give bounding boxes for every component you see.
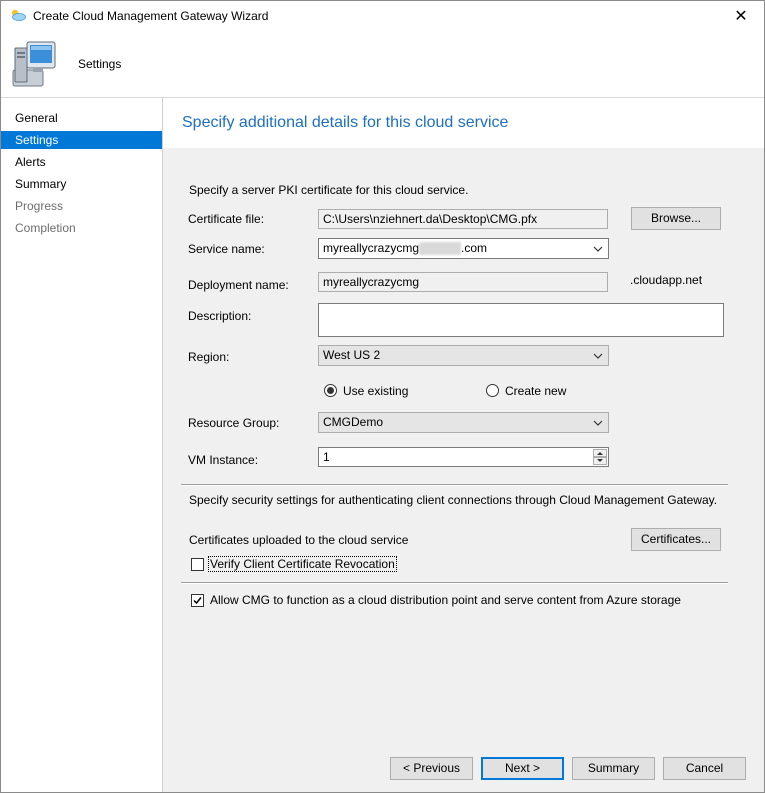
close-icon: ✕ (734, 8, 748, 25)
verify-revocation-label[interactable]: Verify Client Certificate Revocation (208, 556, 397, 572)
service-name-label: Service name: (188, 242, 265, 256)
cancel-button[interactable]: Cancel (663, 757, 746, 780)
sidebar-item-alerts[interactable]: Alerts (1, 153, 162, 171)
window-title: Create Cloud Management Gateway Wizard (33, 9, 269, 23)
verify-revocation-checkbox[interactable] (191, 558, 204, 571)
close-button[interactable]: ✕ (718, 1, 764, 32)
region-label: Region: (188, 350, 230, 364)
service-name-dropdown[interactable]: myreallycrazycmg .com (318, 238, 609, 259)
deployment-name-suffix: .cloudapp.net (630, 273, 703, 287)
use-existing-label[interactable]: Use existing (343, 384, 408, 398)
service-name-prefix: myreallycrazycmg (323, 241, 420, 255)
previous-button[interactable]: < Previous (390, 757, 473, 780)
redacted-text (419, 242, 462, 256)
description-input[interactable] (318, 303, 724, 337)
radio-selected-dot (327, 387, 334, 394)
checkmark-icon (193, 597, 202, 605)
title-bar: Create Cloud Management Gateway Wizard ✕ (1, 1, 764, 32)
spin-arrows-icon[interactable] (593, 449, 607, 465)
certificate-file-label: Certificate file: (188, 212, 265, 226)
sidebar-item-progress: Progress (15, 199, 64, 213)
wizard-window: Create Cloud Management Gateway Wizard ✕… (0, 0, 765, 793)
certificates-button[interactable]: Certificates... (631, 528, 721, 551)
resource-group-dropdown[interactable]: CMGDemo (318, 412, 609, 433)
next-button[interactable]: Next > (481, 757, 564, 780)
region-value: West US 2 (323, 348, 381, 362)
sidebar-item-completion: Completion (15, 221, 76, 235)
settings-page: Specify additional details for this clou… (163, 98, 764, 792)
chevron-down-icon (593, 246, 603, 252)
summary-button[interactable]: Summary (572, 757, 655, 780)
create-new-radio[interactable] (486, 384, 499, 397)
certificate-file-field: C:\Users\nziehnert.da\Desktop\CMG.pfx (318, 209, 608, 229)
chevron-down-icon (593, 420, 603, 426)
description-label: Description: (188, 309, 252, 323)
sidebar-item-settings[interactable]: Settings (1, 131, 162, 149)
wizard-header: Settings (1, 32, 764, 98)
region-dropdown[interactable]: West US 2 (318, 345, 609, 366)
cloud-icon (11, 9, 26, 21)
deployment-name-label: Deployment name: (188, 278, 289, 292)
vm-instance-value: 1 (323, 450, 330, 464)
pki-intro-text: Specify a server PKI certificate for thi… (189, 183, 469, 197)
sidebar-item-general[interactable]: General (1, 109, 162, 127)
resource-group-value: CMGDemo (323, 415, 384, 429)
sidebar-item-summary[interactable]: Summary (1, 175, 162, 193)
browse-button[interactable]: Browse... (631, 207, 721, 230)
allow-cdp-checkbox[interactable] (191, 594, 204, 607)
computer-icon (12, 41, 56, 87)
chevron-down-icon (593, 353, 603, 359)
vm-instance-spinner[interactable]: 1 (318, 447, 609, 467)
service-name-suffix: .com (461, 241, 488, 255)
create-new-label[interactable]: Create new (505, 384, 566, 398)
use-existing-radio[interactable] (324, 384, 337, 397)
resource-group-label: Resource Group: (188, 416, 280, 430)
vm-instance-label: VM Instance: (188, 453, 259, 467)
allow-cdp-label[interactable]: Allow CMG to function as a cloud distrib… (210, 593, 681, 607)
divider (181, 582, 728, 584)
wizard-steps-sidebar: General Settings Alerts Summary Progress… (1, 98, 163, 792)
certificates-uploaded-label: Certificates uploaded to the cloud servi… (189, 533, 409, 547)
divider (181, 484, 728, 486)
security-intro-text: Specify security settings for authentica… (189, 493, 718, 507)
header-title: Settings (78, 57, 122, 71)
deployment-name-field: myreallycrazycmg (318, 272, 608, 292)
page-heading: Specify additional details for this clou… (182, 114, 509, 131)
page-banner: Specify additional details for this clou… (163, 98, 764, 148)
